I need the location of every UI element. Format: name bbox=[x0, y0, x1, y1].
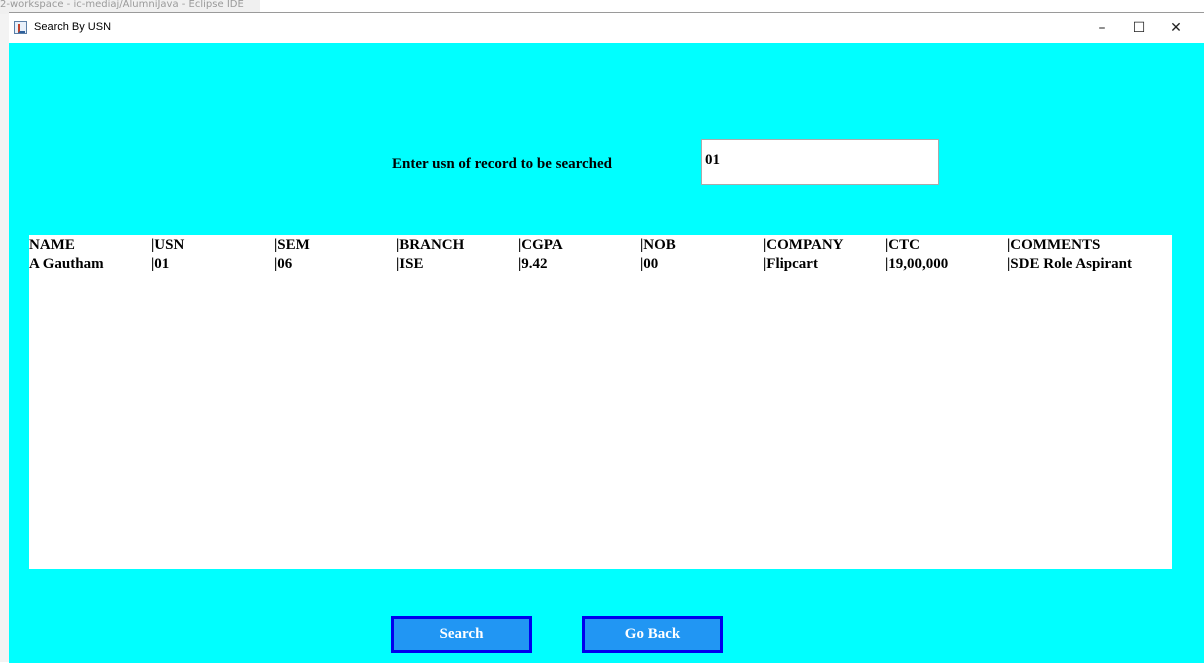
minimize-button[interactable]: – bbox=[1084, 13, 1120, 43]
results-text-area[interactable]: NAME |USN |SEM |BRANCH |CGPA |NOB |COMPA… bbox=[29, 235, 1172, 569]
header-usn: |USN bbox=[151, 237, 185, 253]
header-sem: |SEM bbox=[274, 237, 310, 253]
cell-nob: |00 bbox=[640, 256, 659, 272]
cell-branch: |ISE bbox=[396, 256, 424, 272]
cell-name: A Gautham bbox=[29, 256, 104, 272]
search-button[interactable]: Search bbox=[391, 616, 532, 653]
cell-cgpa: |9.42 bbox=[518, 256, 548, 272]
cell-sem: |06 bbox=[274, 256, 293, 272]
maximize-button[interactable]: ☐ bbox=[1121, 13, 1157, 43]
usn-prompt-label: Enter usn of record to be searched bbox=[392, 156, 612, 172]
cell-company: |Flipcart bbox=[763, 256, 818, 272]
window-title: Search By USN bbox=[34, 21, 112, 33]
results-header-row: NAME |USN |SEM |BRANCH |CGPA |NOB |COMPA… bbox=[29, 237, 1172, 255]
go-back-button[interactable]: Go Back bbox=[582, 616, 723, 653]
header-cgpa: |CGPA bbox=[518, 237, 563, 253]
header-nob: |NOB bbox=[640, 237, 676, 253]
cell-comments: |SDE Role Aspirant bbox=[1007, 256, 1132, 272]
close-button[interactable]: ✕ bbox=[1158, 13, 1194, 43]
usn-input[interactable]: 01 bbox=[701, 139, 939, 185]
header-ctc: |CTC bbox=[885, 237, 920, 253]
table-row: A Gautham |01 |06 |ISE |9.42 |00 |Flipca… bbox=[29, 256, 1172, 274]
cell-usn: |01 bbox=[151, 256, 170, 272]
cell-ctc: |19,00,000 bbox=[885, 256, 949, 272]
java-app-icon bbox=[14, 21, 27, 34]
search-by-usn-window: Search By USN – ☐ ✕ Enter usn of record … bbox=[9, 12, 1204, 663]
header-branch: |BRANCH bbox=[396, 237, 465, 253]
header-comments: |COMMENTS bbox=[1007, 237, 1101, 253]
title-bar[interactable]: Search By USN – ☐ ✕ bbox=[9, 13, 1204, 43]
header-name: NAME bbox=[29, 237, 75, 253]
header-company: |COMPANY bbox=[763, 237, 844, 253]
